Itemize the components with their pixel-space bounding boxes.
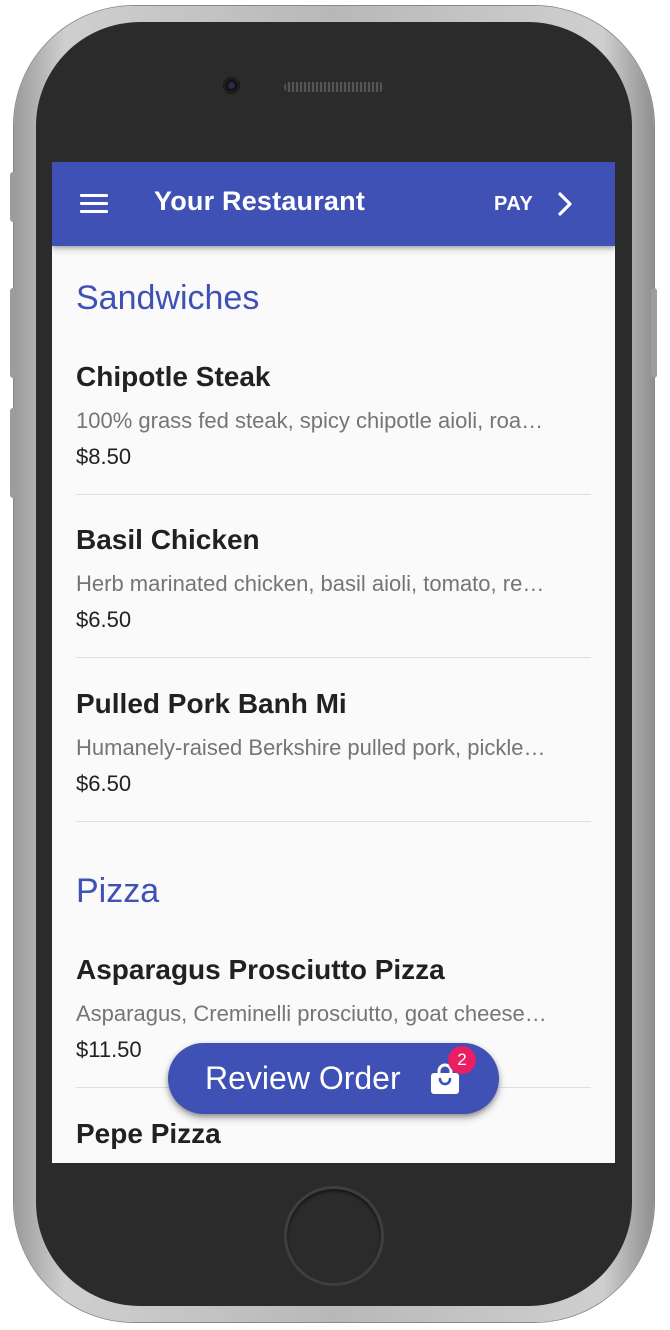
item-name: Chipotle Steak bbox=[76, 361, 271, 392]
item-name: Asparagus Prosciutto Pizza bbox=[76, 954, 445, 985]
menu-item[interactable]: Chipotle Steak 100% grass fed steak, spi… bbox=[76, 361, 591, 495]
chevron-right-icon bbox=[558, 192, 572, 216]
review-order-label: Review Order bbox=[205, 1060, 401, 1096]
menu-item[interactable]: Pulled Pork Banh Mi Humanely-raised Berk… bbox=[76, 688, 591, 822]
earpiece-speaker bbox=[284, 82, 384, 92]
app-screen: Your Restaurant PAY Sandwiches Chipotle … bbox=[52, 162, 615, 1163]
item-price: $11.50 bbox=[76, 1037, 142, 1062]
item-price: $6.50 bbox=[76, 607, 132, 632]
front-camera bbox=[223, 77, 240, 94]
item-divider bbox=[76, 494, 591, 495]
page-title: Your Restaurant bbox=[154, 186, 366, 216]
item-description: 100% grass fed steak, spicy chipotle aio… bbox=[76, 408, 544, 433]
item-price: $8.50 bbox=[76, 444, 132, 469]
category-heading-sandwiches: Sandwiches bbox=[76, 279, 260, 317]
menu-item[interactable]: Basil Chicken Herb marinated chicken, ba… bbox=[76, 524, 591, 658]
item-description: Herb marinated chicken, basil aioli, tom… bbox=[76, 571, 545, 596]
pay-button[interactable]: PAY bbox=[484, 182, 594, 226]
item-description: Humanely-raised Berkshire pulled pork, p… bbox=[76, 735, 546, 760]
menu-icon[interactable] bbox=[80, 194, 108, 214]
home-button[interactable] bbox=[284, 1186, 384, 1286]
phone-mute-switch bbox=[10, 172, 16, 222]
app-bar: Your Restaurant PAY bbox=[52, 162, 615, 246]
cart-count-badge: 2 bbox=[448, 1046, 476, 1074]
phone-volume-down bbox=[10, 408, 16, 498]
review-order-button[interactable]: Review Order 2 bbox=[168, 1043, 499, 1114]
category-heading-pizza: Pizza bbox=[76, 872, 160, 910]
phone-power-button bbox=[651, 288, 657, 378]
item-divider bbox=[76, 821, 591, 822]
menu-item[interactable]: Pepe Pizza bbox=[76, 1118, 591, 1163]
item-description: Asparagus, Creminelli prosciutto, goat c… bbox=[76, 1001, 547, 1026]
item-divider bbox=[76, 657, 591, 658]
item-name: Pepe Pizza bbox=[76, 1118, 221, 1149]
phone-volume-up bbox=[10, 288, 16, 378]
item-name: Pulled Pork Banh Mi bbox=[76, 688, 347, 719]
item-name: Basil Chicken bbox=[76, 524, 260, 555]
pay-label: PAY bbox=[494, 192, 534, 215]
item-price: $6.50 bbox=[76, 771, 132, 796]
